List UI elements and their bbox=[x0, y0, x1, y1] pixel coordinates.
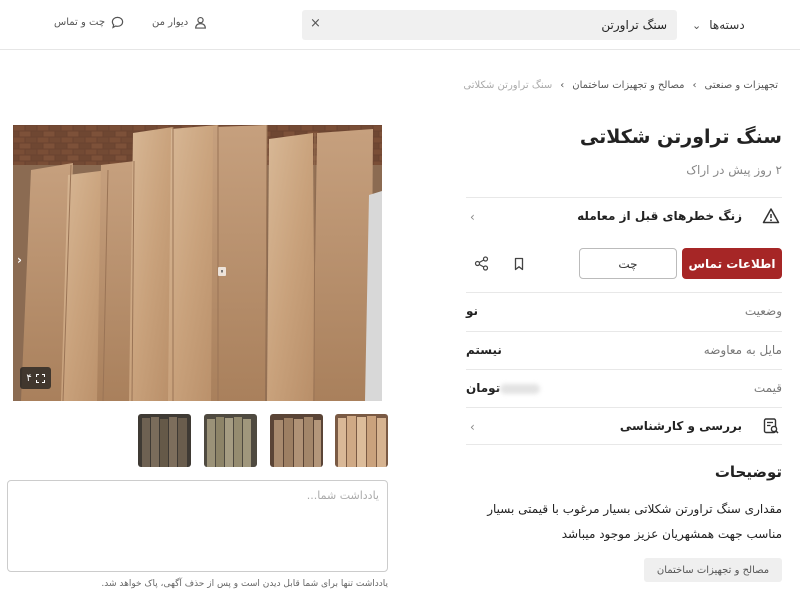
user-icon bbox=[195, 16, 207, 29]
ad-subtitle: ۲ روز پیش در اراک bbox=[686, 163, 782, 177]
attribute-label: وضعیت bbox=[744, 304, 782, 318]
note-box bbox=[7, 480, 388, 572]
search-input[interactable] bbox=[337, 16, 667, 34]
attribute-row-price: قیمت تومان bbox=[466, 369, 782, 407]
clear-search-icon[interactable]: × bbox=[310, 16, 321, 31]
inspection-label: بررسی و کارشناسی bbox=[619, 419, 742, 433]
price-value: تومان bbox=[466, 381, 544, 395]
my-wall-label: دیوار من bbox=[152, 17, 189, 28]
main-photo[interactable]: › ⏸ ۴ bbox=[13, 125, 382, 401]
chevron-down-icon: ⌄ bbox=[692, 18, 702, 32]
scam-warning-label: زنگ خطرهای قبل از معامله bbox=[577, 209, 742, 223]
breadcrumb-item-industrial[interactable]: تجهیزات و صنعتی bbox=[705, 80, 778, 91]
inspection-row[interactable]: بررسی و کارشناسی › bbox=[466, 407, 782, 445]
description-title: توضیحات bbox=[714, 463, 782, 481]
share-icon[interactable] bbox=[474, 256, 489, 275]
search-box[interactable]: × bbox=[302, 10, 677, 40]
attribute-value: نو bbox=[466, 304, 479, 318]
thumbnail-4[interactable] bbox=[138, 414, 191, 467]
thumbnail-2[interactable] bbox=[270, 414, 323, 467]
attribute-label: مایل به معاوضه bbox=[703, 343, 782, 357]
thumbnail-image bbox=[335, 414, 388, 467]
attribute-label: قیمت bbox=[753, 381, 782, 395]
top-header: دسته‌ها ⌄ × دیوار من چت و تماس bbox=[0, 0, 800, 50]
contact-info-button[interactable]: اطلاعات تماس bbox=[682, 248, 782, 279]
chat-bubble-icon bbox=[111, 16, 124, 29]
note-textarea[interactable] bbox=[19, 489, 379, 559]
chevron-left-icon: › bbox=[692, 80, 697, 91]
category-tag[interactable]: مصالح و تجهیزات ساختمان bbox=[644, 558, 782, 582]
categories-dropdown[interactable]: دسته‌ها ⌄ bbox=[692, 14, 745, 36]
chat-contact-label: چت و تماس bbox=[54, 17, 106, 28]
chat-button[interactable]: چت bbox=[579, 248, 677, 279]
attribute-value: نیستم bbox=[466, 343, 502, 357]
image-counter[interactable]: ۴ bbox=[20, 367, 51, 389]
expand-icon bbox=[35, 373, 45, 383]
attribute-row-condition: وضعیت نو bbox=[466, 292, 782, 330]
price-unit: تومان bbox=[466, 381, 501, 395]
warning-triangle-icon bbox=[762, 207, 780, 229]
chevron-left-icon: › bbox=[470, 210, 475, 224]
scam-warning-row[interactable]: زنگ خطرهای قبل از معامله › bbox=[466, 197, 782, 235]
chat-contact-link[interactable]: چت و تماس bbox=[54, 16, 124, 29]
thumbnail-image bbox=[204, 414, 257, 467]
description-text: مقداری سنگ تراورتن شکلاتی بسیار مرغوب با… bbox=[487, 502, 782, 541]
chevron-left-icon: › bbox=[470, 420, 475, 434]
ad-title: سنگ تراورتن شکلاتی bbox=[579, 126, 782, 148]
categories-label: دسته‌ها bbox=[709, 18, 745, 32]
blurred-price bbox=[500, 383, 541, 394]
chevron-left-icon: › bbox=[560, 80, 565, 91]
thumbnail-1[interactable] bbox=[335, 414, 388, 467]
thumbnail-3[interactable] bbox=[204, 414, 257, 467]
next-image-arrow[interactable]: › bbox=[17, 253, 22, 267]
thumbnail-image bbox=[138, 414, 191, 467]
thumbnail-image bbox=[270, 414, 323, 467]
image-count: ۴ bbox=[26, 372, 32, 384]
bookmark-icon[interactable] bbox=[512, 256, 526, 275]
attribute-row-exchange: مایل به معاوضه نیستم bbox=[466, 331, 782, 369]
breadcrumb-current: سنگ تراورتن شکلاتی bbox=[463, 80, 553, 91]
note-hint: یادداشت تنها برای شما قابل دیدن است و پس… bbox=[101, 579, 388, 589]
breadcrumb: تجهیزات و صنعتی › مصالح و تجهیزات ساختما… bbox=[463, 80, 778, 91]
travertine-slabs-photo bbox=[13, 125, 382, 401]
inspection-icon bbox=[762, 417, 780, 439]
breadcrumb-item-building-materials[interactable]: مصالح و تجهیزات ساختمان bbox=[572, 80, 684, 91]
my-wall-link[interactable]: دیوار من bbox=[152, 16, 207, 29]
slideshow-pause-icon[interactable]: ⏸ bbox=[218, 267, 226, 276]
